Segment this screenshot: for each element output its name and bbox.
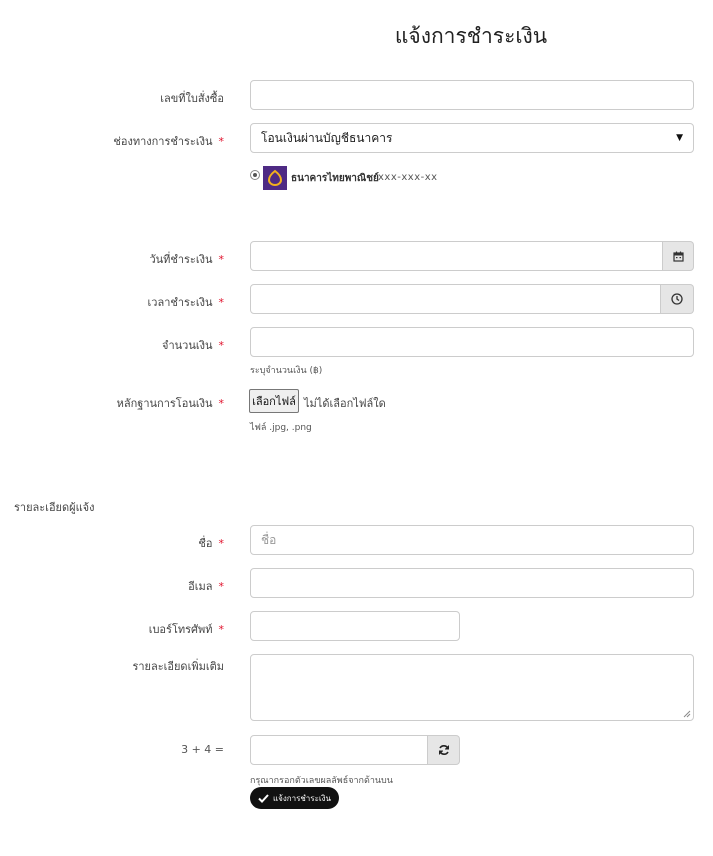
amount-label: จำนวนเงิน * bbox=[162, 336, 224, 354]
name-label-text: ชื่อ bbox=[198, 537, 213, 550]
choose-file-button[interactable]: เลือกไฟล์ bbox=[249, 389, 299, 413]
amount-input[interactable] bbox=[250, 327, 694, 357]
email-input[interactable] bbox=[250, 568, 694, 598]
phone-label-text: เบอร์โทรศัพท์ bbox=[148, 623, 213, 636]
dropdown-arrow-icon: ▼ bbox=[676, 133, 683, 143]
resize-handle-icon bbox=[683, 710, 691, 718]
calendar-button[interactable] bbox=[663, 241, 694, 271]
captcha-help: กรุณากรอกตัวเลขผลลัพธ์จากด้านบน bbox=[250, 776, 393, 786]
captcha-question: 3 + 4 = bbox=[181, 743, 224, 756]
pay-date-input[interactable] bbox=[250, 241, 663, 271]
payment-method-select[interactable]: โอนเงินผ่านบัญชีธนาคาร ▼ bbox=[250, 123, 694, 153]
bank-account: xxx-xxx-xx bbox=[378, 172, 438, 183]
required-mark: * bbox=[218, 623, 225, 636]
captcha-input[interactable] bbox=[250, 735, 428, 765]
proof-label: หลักฐานการโอนเงิน * bbox=[117, 394, 224, 412]
pay-time-label-text: เวลาชำระเงิน bbox=[147, 296, 213, 309]
order-no-label-text: เลขที่ใบสั่งซื้อ bbox=[160, 92, 224, 105]
order-no-input[interactable] bbox=[250, 80, 694, 110]
required-mark: * bbox=[218, 580, 225, 593]
required-mark: * bbox=[218, 253, 225, 266]
refresh-icon bbox=[438, 745, 449, 755]
email-label-text: อีเมล bbox=[188, 580, 213, 593]
calendar-icon bbox=[672, 251, 684, 262]
proof-label-text: หลักฐานการโอนเงิน bbox=[116, 397, 213, 410]
pay-date-label-text: วันที่ชำระเงิน bbox=[149, 253, 213, 266]
required-mark: * bbox=[218, 135, 225, 148]
amount-label-text: จำนวนเงิน bbox=[162, 339, 213, 352]
payment-method-label: ช่องทางการชำระเงิน * bbox=[113, 132, 224, 150]
submit-button[interactable]: แจ้งการชำระเงิน bbox=[250, 787, 339, 809]
refresh-captcha-button[interactable] bbox=[428, 735, 460, 765]
bank-name: ธนาคารไทยพาณิชย์ bbox=[291, 173, 379, 184]
proof-help: ไฟล์ .jpg, .png bbox=[250, 423, 312, 433]
payment-method-selected: โอนเงินผ่านบัญชีธนาคาร bbox=[261, 130, 393, 145]
contact-section-title: รายละเอียดผู้แจ้ง bbox=[14, 501, 95, 514]
email-label: อีเมล * bbox=[188, 577, 224, 595]
bank-radio[interactable] bbox=[250, 170, 260, 180]
submit-label: แจ้งการชำระเงิน bbox=[272, 793, 331, 803]
required-mark: * bbox=[218, 339, 225, 352]
required-mark: * bbox=[218, 397, 225, 410]
required-mark: * bbox=[218, 296, 225, 309]
details-label: รายละเอียดเพิ่มเติม bbox=[132, 660, 224, 673]
required-mark: * bbox=[218, 537, 225, 550]
file-status: ไม่ได้เลือกไฟล์ใด bbox=[304, 397, 386, 410]
phone-label: เบอร์โทรศัพท์ * bbox=[149, 620, 224, 638]
amount-help: ระบุจำนวนเงิน (฿) bbox=[250, 366, 323, 376]
page-title: แจ้งการชำระเงิน bbox=[394, 24, 548, 48]
clock-button[interactable] bbox=[661, 284, 694, 314]
order-no-label: เลขที่ใบสั่งซื้อ bbox=[160, 89, 224, 107]
name-label: ชื่อ * bbox=[198, 534, 224, 552]
phone-input[interactable] bbox=[250, 611, 460, 641]
name-input[interactable]: ชื่อ bbox=[250, 525, 694, 555]
details-textarea[interactable] bbox=[250, 654, 694, 721]
name-placeholder: ชื่อ bbox=[261, 532, 277, 547]
scb-logo-icon bbox=[263, 166, 287, 190]
payment-method-label-text: ช่องทางการชำระเงิน bbox=[113, 135, 213, 148]
check-icon bbox=[258, 793, 269, 803]
pay-date-label: วันที่ชำระเงิน * bbox=[149, 250, 224, 268]
pay-time-input[interactable] bbox=[250, 284, 661, 314]
clock-icon bbox=[671, 293, 683, 305]
pay-time-label: เวลาชำระเงิน * bbox=[148, 293, 224, 311]
